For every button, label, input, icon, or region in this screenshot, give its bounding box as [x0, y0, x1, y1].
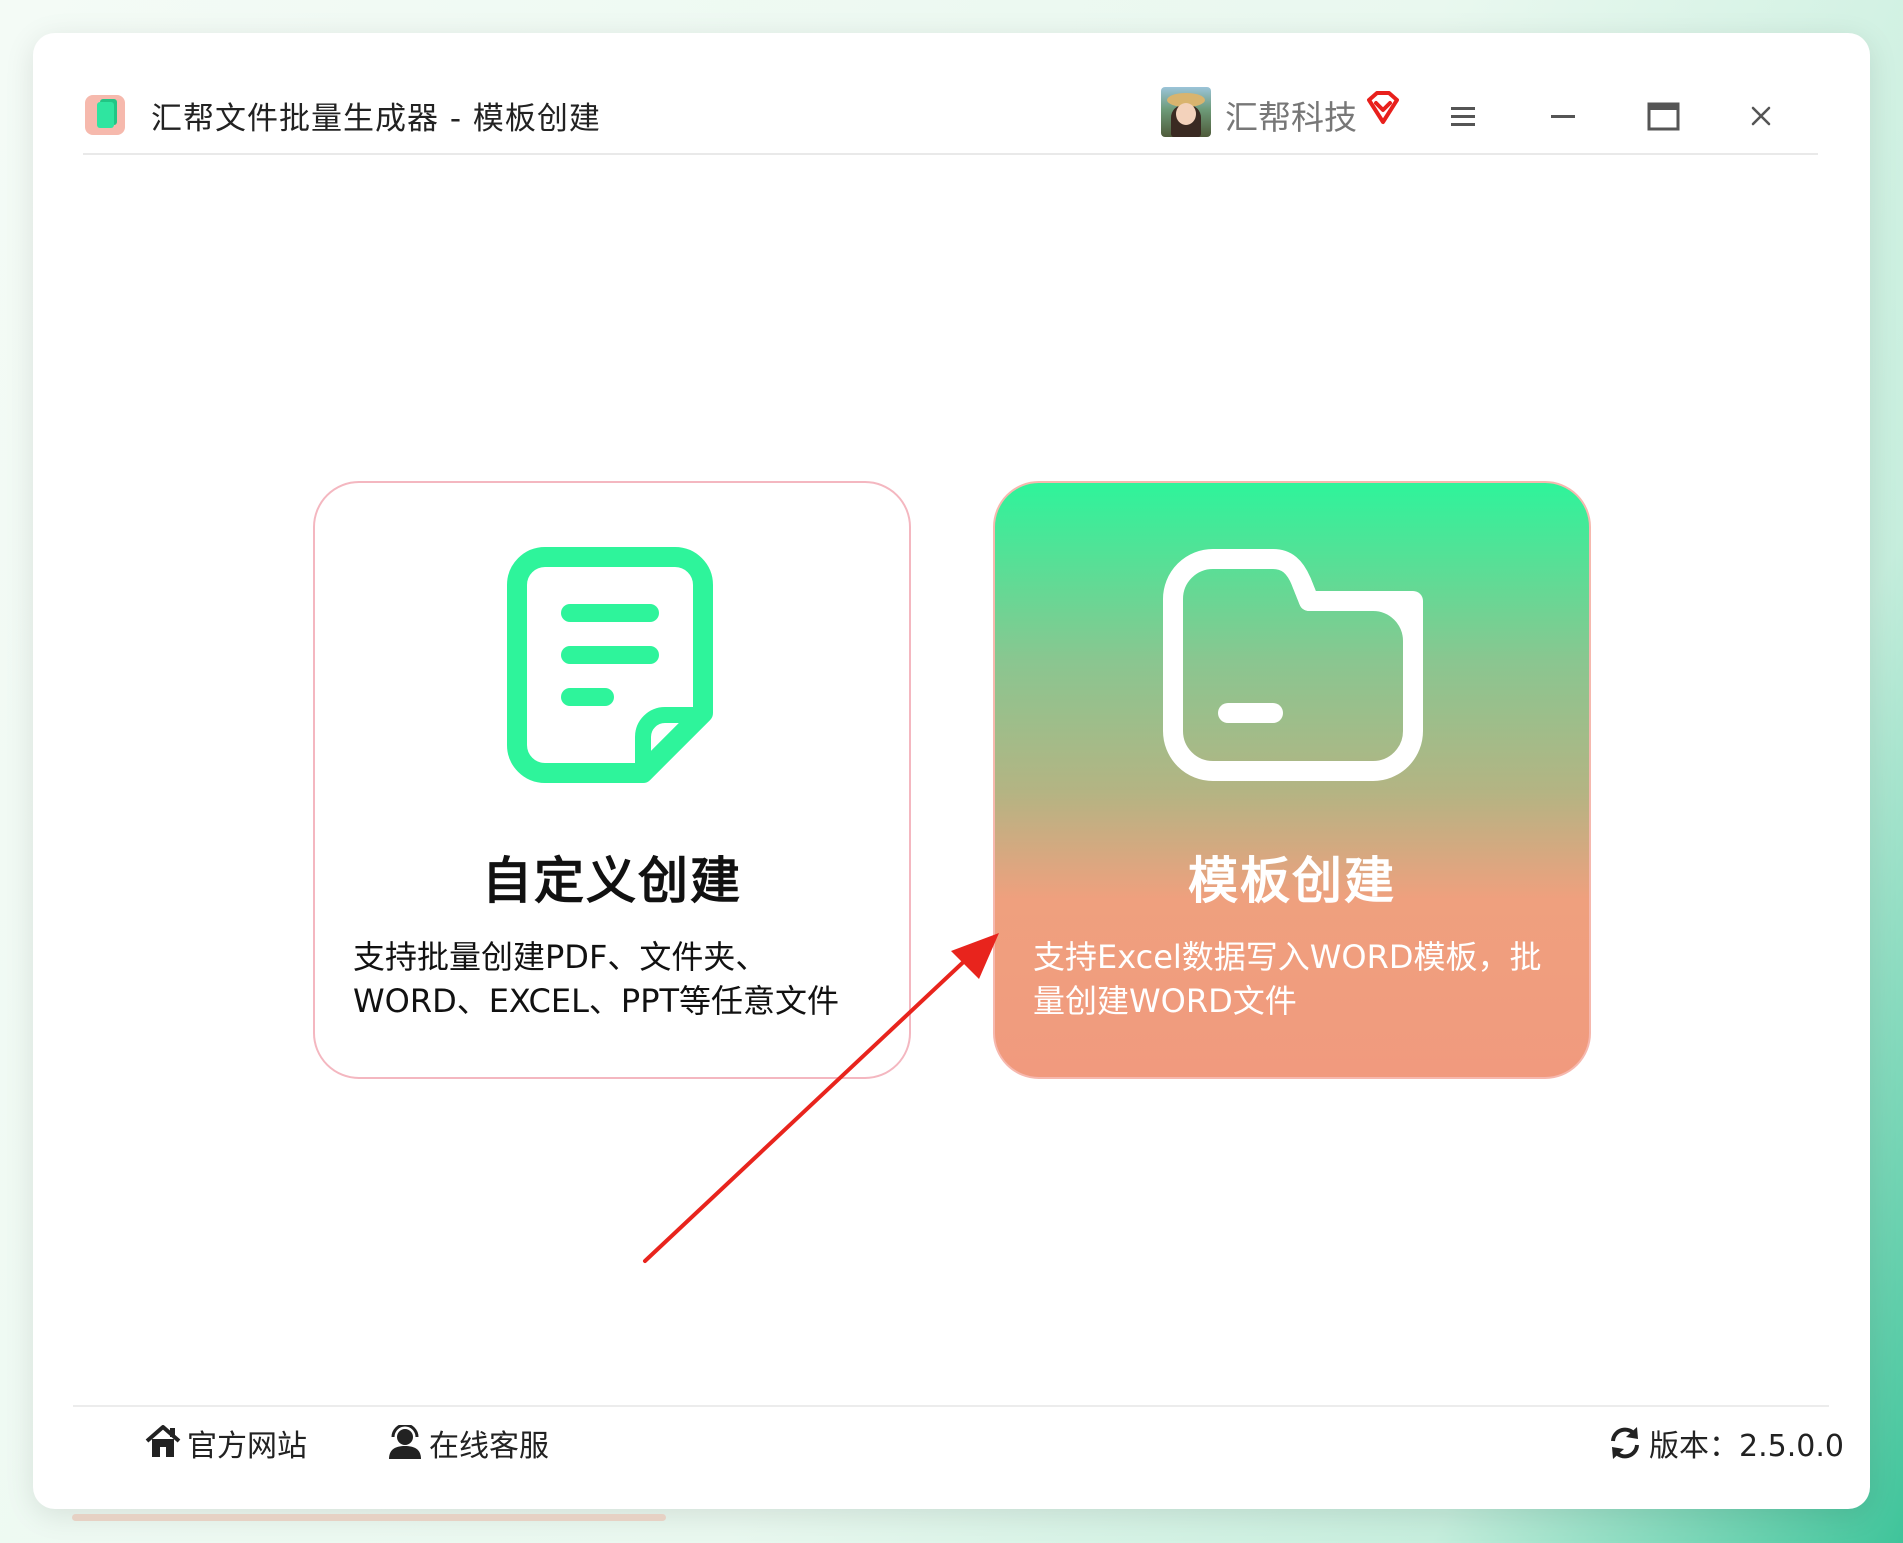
- maximize-icon: [1647, 102, 1680, 131]
- document-icon: [505, 545, 715, 789]
- maximize-button[interactable]: [1643, 99, 1683, 135]
- online-service-link[interactable]: 在线客服: [387, 1421, 549, 1465]
- avatar[interactable]: [1161, 87, 1211, 137]
- window-title: 汇帮文件批量生成器 - 模板创建: [151, 101, 601, 137]
- refresh-icon: [1611, 1427, 1639, 1459]
- minimize-button[interactable]: [1543, 99, 1583, 135]
- minimize-icon: [1551, 115, 1575, 118]
- vip-diamond-icon[interactable]: [1363, 88, 1403, 128]
- folder-icon: [1163, 545, 1423, 789]
- card-desc-line: 量创建WORD文件: [1033, 982, 1297, 1020]
- menu-icon: [1451, 107, 1475, 126]
- menu-button[interactable]: [1443, 99, 1483, 135]
- card-desc-line: 支持Excel数据写入WORD模板，批: [1033, 938, 1542, 976]
- annotation-arrow: [633, 933, 1013, 1273]
- app-window: 汇帮文件批量生成器 - 模板创建 汇帮科技 自定义创建 支持批量创建PDF、文件…: [33, 33, 1870, 1509]
- card-description: 支持Excel数据写入WORD模板，批 量创建WORD文件: [1033, 935, 1563, 1023]
- headset-icon: [389, 1425, 421, 1459]
- account-name[interactable]: 汇帮科技: [1225, 91, 1357, 139]
- home-icon: [145, 1425, 181, 1457]
- card-title: 自定义创建: [482, 852, 742, 910]
- close-icon: [1751, 106, 1771, 126]
- close-button[interactable]: [1741, 99, 1781, 135]
- official-website-link[interactable]: 官方网站: [145, 1421, 307, 1465]
- card-title: 模板创建: [1188, 852, 1396, 910]
- app-icon: [85, 95, 125, 135]
- footer-bar: 官方网站 在线客服 版本：2.5.0.0: [73, 1405, 1844, 1475]
- horizontal-scrollbar-thumb[interactable]: [72, 1514, 666, 1521]
- version-check[interactable]: 版本：2.5.0.0: [1607, 1421, 1844, 1465]
- template-create-card[interactable]: 模板创建 支持Excel数据写入WORD模板，批 量创建WORD文件: [993, 481, 1591, 1079]
